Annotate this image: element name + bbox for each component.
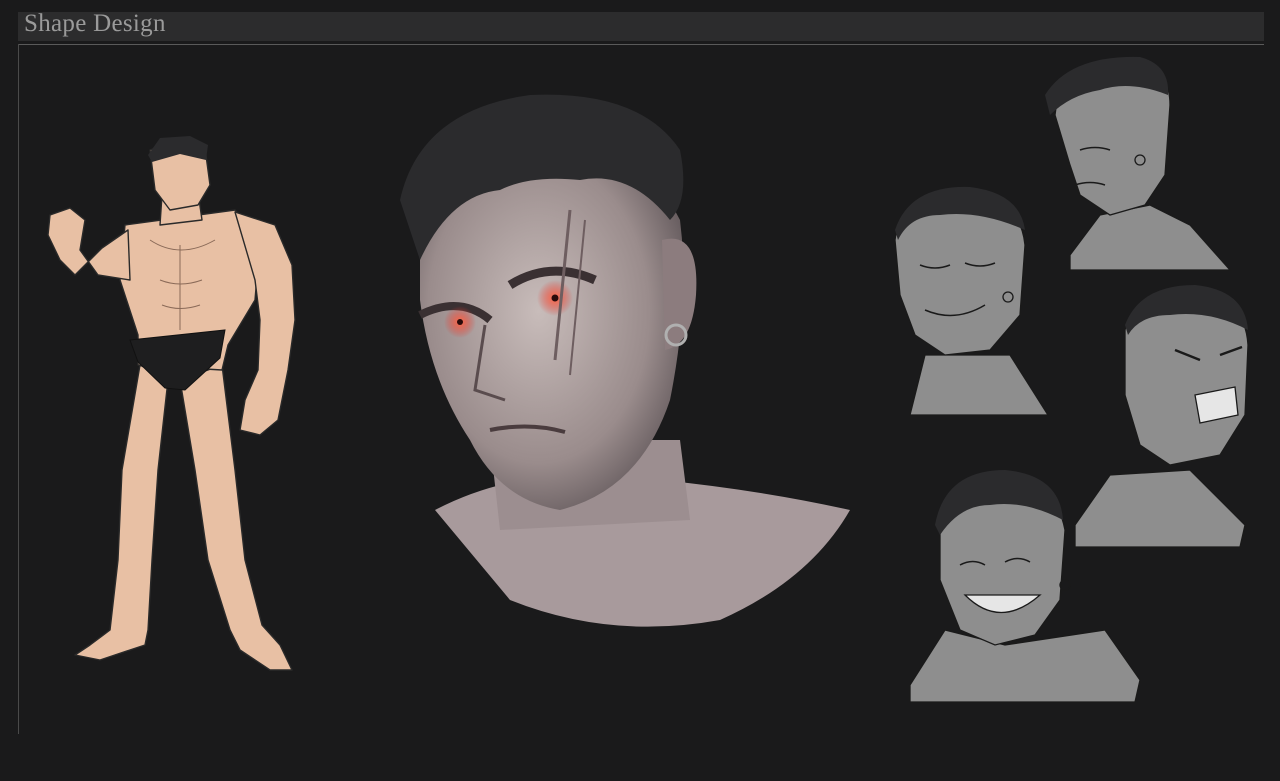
header-divider [18, 44, 1264, 45]
full-body-figure [47, 136, 296, 671]
painted-head-portrait [400, 94, 850, 627]
expression-sketch-profile [1045, 56, 1232, 271]
expression-sketch-laughing [909, 470, 1141, 703]
page-title: Shape Design [24, 10, 166, 37]
header-bar [18, 12, 1264, 41]
left-divider [18, 44, 19, 734]
expression-sketch-smug [894, 186, 1050, 416]
